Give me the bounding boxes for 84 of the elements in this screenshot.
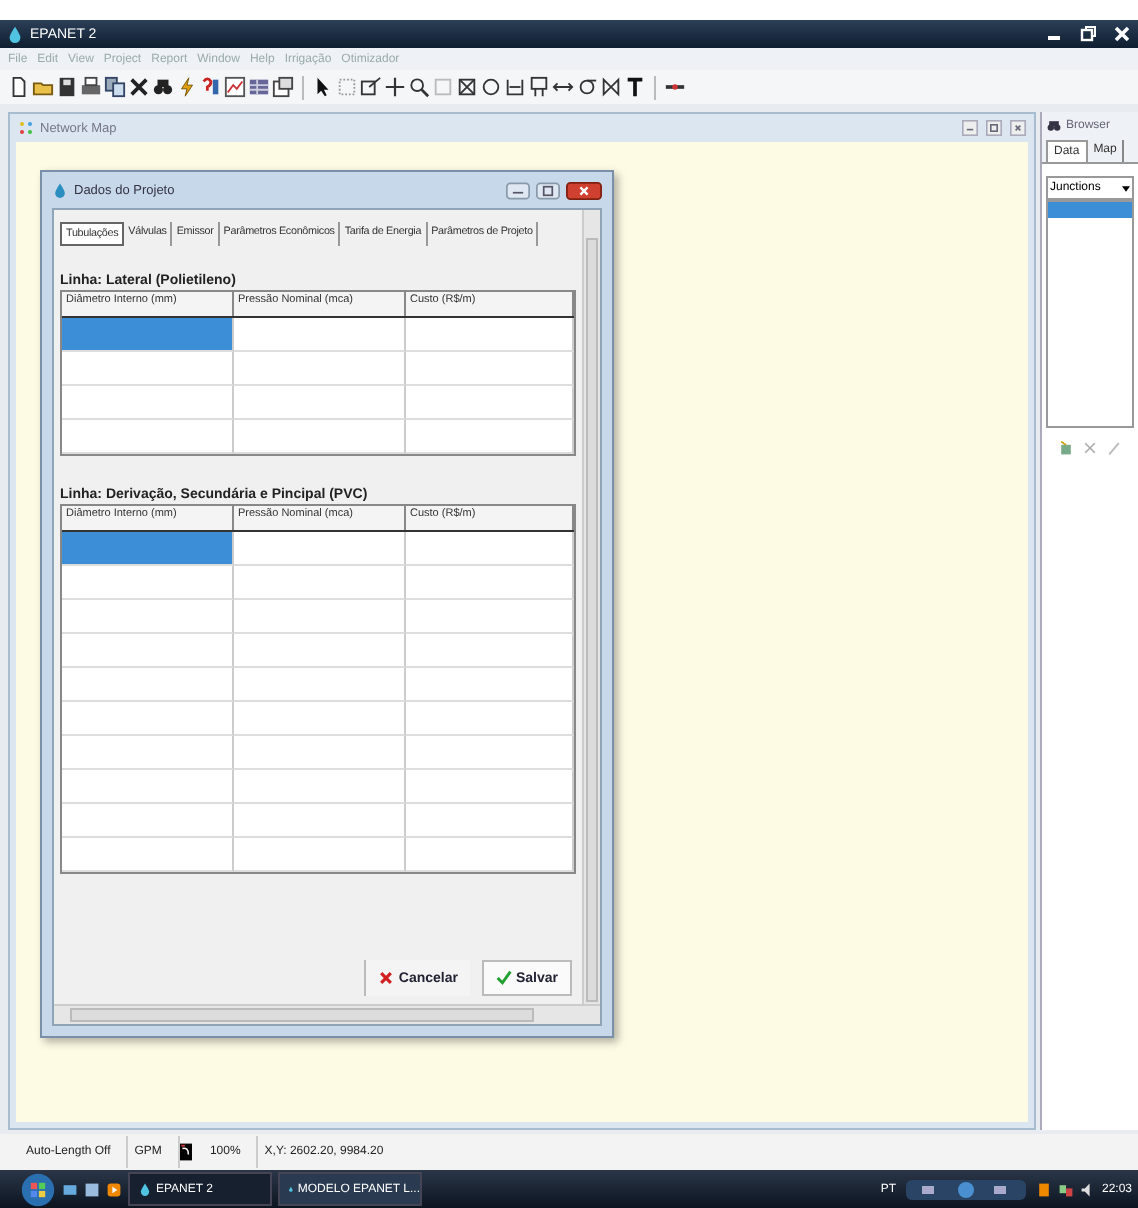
table-cell[interactable] (406, 702, 574, 736)
table-cell[interactable] (62, 600, 234, 634)
droplet-icon (6, 24, 24, 44)
horizontal-scrollbar[interactable] (54, 1004, 600, 1024)
zoom-icon[interactable] (408, 76, 430, 98)
binoculars-icon (1046, 118, 1062, 134)
table-cell[interactable] (234, 804, 406, 838)
table-cell[interactable] (406, 668, 574, 702)
table-cell[interactable] (406, 318, 574, 352)
table-cell[interactable] (234, 318, 406, 352)
pan-icon[interactable] (384, 76, 406, 98)
table-cell[interactable] (406, 600, 574, 634)
folder-icon[interactable] (32, 76, 54, 98)
network-icon[interactable] (1057, 1181, 1074, 1197)
table-cell[interactable] (406, 736, 574, 770)
document-icon[interactable] (8, 76, 30, 98)
table-cell[interactable] (406, 566, 574, 600)
circle-icon[interactable] (480, 76, 502, 98)
table-cell[interactable] (62, 318, 234, 352)
reservoir-icon[interactable] (504, 76, 526, 98)
valve-icon[interactable] (600, 76, 622, 98)
table-cell[interactable] (62, 770, 234, 804)
table-icon[interactable] (248, 76, 270, 98)
query-icon[interactable] (200, 76, 222, 98)
options-icon[interactable] (272, 76, 294, 98)
window-icon[interactable] (84, 1181, 100, 1197)
table-cell[interactable] (406, 420, 574, 454)
table-cell[interactable] (62, 420, 234, 454)
table-cell[interactable] (406, 838, 574, 872)
table-cell[interactable] (406, 770, 574, 804)
table-cell[interactable] (62, 532, 234, 566)
tank-icon[interactable] (528, 76, 550, 98)
media-icon[interactable] (106, 1181, 122, 1197)
table-cell[interactable] (234, 770, 406, 804)
start-button[interactable] (20, 1171, 56, 1207)
table-cell[interactable] (406, 532, 574, 566)
table-cell[interactable] (234, 634, 406, 668)
restore-icon[interactable] (1078, 24, 1098, 44)
table-cell[interactable] (234, 736, 406, 770)
delete-icon[interactable] (128, 76, 150, 98)
edit-icon[interactable] (1106, 440, 1122, 456)
table-cell[interactable] (234, 702, 406, 736)
table-cell[interactable] (234, 386, 406, 420)
desktop-icon[interactable] (62, 1181, 78, 1197)
droplet-icon (52, 182, 68, 198)
table-cell[interactable] (234, 566, 406, 600)
droplet-icon (138, 1182, 152, 1196)
table-cell[interactable] (62, 804, 234, 838)
table-cell[interactable] (62, 838, 234, 872)
close-icon[interactable] (566, 181, 602, 199)
table-cell[interactable] (234, 352, 406, 386)
binoculars-icon[interactable] (152, 76, 174, 98)
table-cell[interactable] (406, 352, 574, 386)
table-cell[interactable] (62, 668, 234, 702)
table-cell[interactable] (234, 532, 406, 566)
pointer-icon[interactable] (312, 76, 334, 98)
fit-icon[interactable] (456, 76, 478, 98)
copy-icon[interactable] (104, 76, 126, 98)
cross-icon (378, 970, 395, 986)
printer-icon[interactable] (80, 76, 102, 98)
table-cell[interactable] (406, 804, 574, 838)
lightning-icon[interactable] (176, 76, 198, 98)
table-cell[interactable] (62, 386, 234, 420)
table-cell[interactable] (406, 386, 574, 420)
table-cell[interactable] (234, 420, 406, 454)
graph-icon[interactable] (224, 76, 246, 98)
volume-icon[interactable] (1079, 1181, 1096, 1197)
table-cell[interactable] (234, 668, 406, 702)
text-tool-icon[interactable] (624, 76, 646, 98)
table-cell[interactable] (406, 634, 574, 668)
checkmark-icon (495, 970, 512, 986)
region-icon[interactable] (360, 76, 382, 98)
media-controls-drawing (901, 1179, 1030, 1199)
table-cell[interactable] (234, 838, 406, 872)
table-cell[interactable] (234, 600, 406, 634)
maximize-icon[interactable] (536, 181, 560, 199)
caret-icon (1122, 185, 1130, 191)
table-cell[interactable] (62, 736, 234, 770)
table-cell[interactable] (62, 566, 234, 600)
table-cell[interactable] (62, 702, 234, 736)
vertical-scrollbar[interactable] (582, 210, 600, 1004)
table-cell[interactable] (62, 634, 234, 668)
grid-icon (18, 120, 34, 136)
table-cell[interactable] (62, 352, 234, 386)
